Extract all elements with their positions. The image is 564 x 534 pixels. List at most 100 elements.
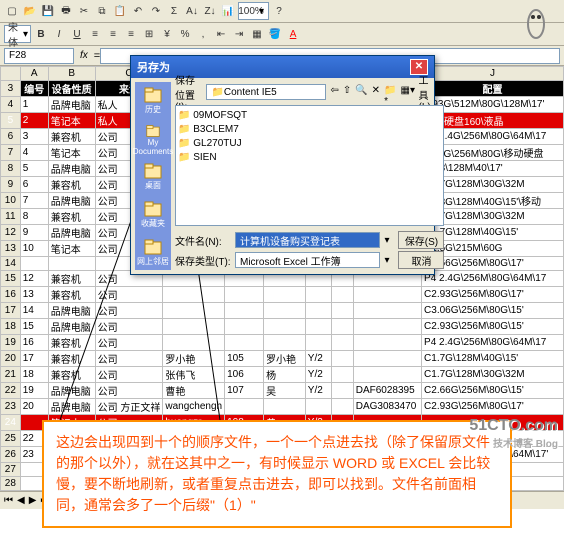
watermark: 51CTO.com 技术博客 Blog: [469, 417, 558, 450]
save-icon[interactable]: 💾: [40, 3, 56, 19]
open-icon[interactable]: 📂: [22, 3, 38, 19]
places-bar: 历史 My Documents 桌面收藏夹网上邻居: [135, 82, 171, 270]
file-item[interactable]: 📁 09MOFSQT: [178, 108, 441, 122]
col-header[interactable]: [1, 67, 21, 81]
cut-icon[interactable]: ✂: [76, 3, 92, 19]
zoom-display[interactable]: 100% ▾: [238, 2, 269, 20]
border-icon[interactable]: ▦: [249, 26, 265, 42]
dialog-title: 另存为: [137, 59, 170, 75]
back-icon[interactable]: ⇦: [330, 85, 338, 99]
align-left-icon[interactable]: ≡: [87, 26, 103, 42]
indent-dec-icon[interactable]: ⇤: [213, 26, 229, 42]
places-item[interactable]: 桌面: [135, 162, 171, 194]
row-header[interactable]: 4: [1, 97, 21, 113]
places-item[interactable]: 收藏夹: [135, 200, 171, 232]
help-icon[interactable]: ?: [271, 3, 287, 19]
row-header[interactable]: 16: [1, 287, 21, 303]
table-row[interactable]: 1916兼容机公司P4 2.4G\256M\80G\64M\17: [1, 335, 564, 351]
row-header[interactable]: 6: [1, 129, 21, 145]
indent-inc-icon[interactable]: ⇥: [231, 26, 247, 42]
undo-icon[interactable]: ↶: [130, 3, 146, 19]
row-header[interactable]: 20: [1, 351, 21, 367]
row-header[interactable]: 11: [1, 209, 21, 225]
row-header[interactable]: 3: [1, 81, 21, 97]
places-item[interactable]: 历史: [135, 86, 171, 118]
chart-icon[interactable]: 📊: [220, 3, 236, 19]
table-row[interactable]: 2320品牌电脑公司 方正文祥wangchenghDAG3083470C2.93…: [1, 399, 564, 415]
comma-icon[interactable]: ,: [195, 26, 211, 42]
table-row[interactable]: 2017兼容机公司罗小艳105罗小艳Y/2C1.7G\128M\40G\15': [1, 351, 564, 367]
italic-icon[interactable]: I: [51, 26, 67, 42]
currency-icon[interactable]: ¥: [159, 26, 175, 42]
table-row[interactable]: 1613兼容机公司C2.93G\256M\80G\17': [1, 287, 564, 303]
row-header[interactable]: 21: [1, 367, 21, 383]
row-header[interactable]: 14: [1, 257, 21, 271]
col-header[interactable]: B: [48, 67, 95, 81]
col-header[interactable]: J: [422, 67, 564, 81]
file-item[interactable]: 📁 SIEN: [178, 150, 441, 164]
filename-input[interactable]: 计算机设备购买登记表: [235, 232, 380, 248]
percent-icon[interactable]: %: [177, 26, 193, 42]
toolbar-2: 宋体 ▾ B I U ≡ ≡ ≡ ⊞ ¥ % , ⇤ ⇥ ▦ 🪣 A: [0, 23, 564, 46]
row-header[interactable]: 10: [1, 193, 21, 209]
paste-icon[interactable]: 📋: [112, 3, 128, 19]
bold-icon[interactable]: B: [33, 26, 49, 42]
table-row[interactable]: 2219品牌电脑公司曹艳107吴Y/2DAF6028395C2.66G\256M…: [1, 383, 564, 399]
row-header[interactable]: 23: [1, 399, 21, 415]
merge-icon[interactable]: ⊞: [141, 26, 157, 42]
fx-icon[interactable]: fx: [80, 50, 88, 61]
row-header[interactable]: 9: [1, 177, 21, 193]
row-header[interactable]: 5: [1, 113, 21, 129]
col-header[interactable]: A: [20, 67, 48, 81]
tab-nav-first[interactable]: ⏮: [4, 495, 13, 506]
row-header[interactable]: 27: [1, 463, 21, 477]
places-item[interactable]: My Documents: [135, 124, 171, 156]
cancel-button[interactable]: 取消: [398, 251, 444, 269]
tab-nav-prev[interactable]: ◀: [17, 495, 25, 506]
row-header[interactable]: 25: [1, 431, 21, 447]
font-color-icon[interactable]: A: [285, 26, 301, 42]
table-row[interactable]: 1714品牌电脑公司C3.06G\256M\80G\15': [1, 303, 564, 319]
places-item[interactable]: 网上邻居: [135, 238, 171, 270]
filetype-dropdown[interactable]: Microsoft Excel 工作簿: [235, 252, 380, 268]
align-right-icon[interactable]: ≡: [123, 26, 139, 42]
row-header[interactable]: 17: [1, 303, 21, 319]
sort-desc-icon[interactable]: Z↓: [202, 3, 218, 19]
save-in-dropdown[interactable]: 📁 Content IE5: [206, 84, 326, 100]
table-row[interactable]: 2118兼容机公司张伟飞106杨Y/2C1.7G\128M\30G\32M: [1, 367, 564, 383]
sort-asc-icon[interactable]: A↓: [184, 3, 200, 19]
file-item[interactable]: 📁 B3CLEM7: [178, 122, 441, 136]
sum-icon[interactable]: Σ: [166, 3, 182, 19]
underline-icon[interactable]: U: [69, 26, 85, 42]
row-header[interactable]: 26: [1, 447, 21, 463]
delete-icon[interactable]: ✕: [372, 85, 380, 99]
tab-nav-next[interactable]: ▶: [29, 495, 37, 506]
clippy-assistant[interactable]: [516, 4, 556, 44]
new-icon[interactable]: ▢: [4, 3, 20, 19]
align-center-icon[interactable]: ≡: [105, 26, 121, 42]
file-item[interactable]: 📁 GL270TUJ: [178, 136, 441, 150]
row-header[interactable]: 19: [1, 335, 21, 351]
redo-icon[interactable]: ↷: [148, 3, 164, 19]
row-header[interactable]: 24: [1, 415, 21, 431]
row-header[interactable]: 12: [1, 225, 21, 241]
row-header[interactable]: 28: [1, 477, 21, 491]
copy-icon[interactable]: ⧉: [94, 3, 110, 19]
row-header[interactable]: 15: [1, 271, 21, 287]
font-name[interactable]: 宋体 ▾: [4, 25, 31, 43]
file-list[interactable]: 📁 09MOFSQT📁 B3CLEM7📁 GL270TUJ📁 SIEN: [175, 105, 444, 226]
row-header[interactable]: 8: [1, 161, 21, 177]
fill-color-icon[interactable]: 🪣: [267, 26, 283, 42]
name-box[interactable]: F28: [4, 48, 74, 64]
up-icon[interactable]: ⇧: [343, 85, 351, 99]
views-icon[interactable]: ▦▾: [401, 85, 415, 99]
row-header[interactable]: 18: [1, 319, 21, 335]
search-icon[interactable]: 🔍: [355, 85, 367, 99]
print-icon[interactable]: 🖶: [58, 3, 74, 19]
row-header[interactable]: 13: [1, 241, 21, 257]
row-header[interactable]: 7: [1, 145, 21, 161]
newfolder-icon[interactable]: 📁*: [384, 85, 396, 99]
row-header[interactable]: 22: [1, 383, 21, 399]
save-button[interactable]: 保存(S): [398, 231, 444, 249]
table-row[interactable]: 1815品牌电脑公司C2.93G\256M\80G\15': [1, 319, 564, 335]
